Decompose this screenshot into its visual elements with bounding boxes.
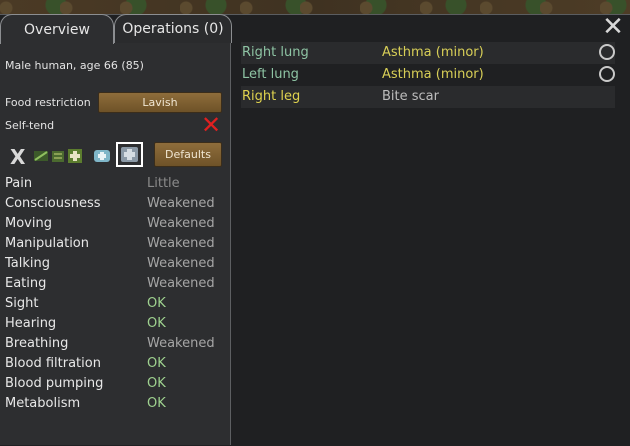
capacity-name: Talking	[5, 256, 50, 271]
capacity-value: OK	[147, 396, 166, 411]
capacity-row: Sight OK	[5, 294, 220, 314]
industrial-medicine-icon[interactable]	[67, 148, 83, 164]
body-part: Right leg	[242, 89, 301, 104]
pawn-description: Male human, age 66 (85)	[5, 59, 144, 72]
capacity-name: Blood pumping	[5, 376, 104, 391]
food-restriction-button[interactable]: Lavish	[98, 92, 222, 113]
capacity-row: Blood pumping OK	[5, 374, 220, 394]
food-restriction-label: Food restriction	[5, 96, 91, 109]
capacity-value: Weakened	[147, 276, 215, 291]
capacity-name: Pain	[5, 176, 33, 191]
capacity-row: Hearing OK	[5, 314, 220, 334]
capacity-row: Blood filtration OK	[5, 354, 220, 374]
ring-icon[interactable]	[599, 44, 615, 60]
herbal-kit-icon[interactable]	[51, 148, 65, 164]
health-row[interactable]: Right lung Asthma (minor)	[241, 42, 615, 64]
capacity-name: Breathing	[5, 336, 69, 351]
capacity-name: Moving	[5, 216, 52, 231]
tab-operations[interactable]: Operations (0)	[114, 14, 232, 43]
capacity-value: Weakened	[147, 196, 215, 211]
health-row[interactable]: Right leg Bite scar	[241, 86, 615, 108]
capacity-value: OK	[147, 296, 166, 311]
capacity-row: Eating Weakened	[5, 274, 220, 294]
capacity-name: Manipulation	[5, 236, 90, 251]
capacity-name: Blood filtration	[5, 356, 101, 371]
capacity-name: Metabolism	[5, 396, 81, 411]
body-part: Right lung	[242, 45, 309, 60]
condition: Asthma (minor)	[382, 67, 484, 82]
herbal-medicine-icon[interactable]	[33, 148, 49, 164]
defaults-button[interactable]: Defaults	[154, 142, 222, 167]
condition: Asthma (minor)	[382, 45, 484, 60]
capacity-value: Little	[147, 176, 180, 191]
capacity-value: OK	[147, 356, 166, 371]
capacity-name: Consciousness	[5, 196, 101, 211]
capacity-value: OK	[147, 316, 166, 331]
capacity-row: Manipulation Weakened	[5, 234, 220, 254]
selected-medicine-icon[interactable]	[116, 142, 143, 167]
condition: Bite scar	[382, 89, 439, 104]
capacity-value: Weakened	[147, 256, 215, 271]
close-icon[interactable]: ✕	[602, 14, 624, 40]
health-row[interactable]: Left lung Asthma (minor)	[241, 64, 615, 86]
capacity-row: Pain Little	[5, 174, 220, 194]
glitterworld-medicine-icon[interactable]	[93, 148, 111, 164]
capacity-row: Consciousness Weakened	[5, 194, 220, 214]
capacity-row: Metabolism OK	[5, 394, 220, 414]
capacity-name: Sight	[5, 296, 39, 311]
capacity-row: Moving Weakened	[5, 214, 220, 234]
ring-icon[interactable]	[599, 66, 615, 82]
capacity-row: Talking Weakened	[5, 254, 220, 274]
self-tend-label: Self-tend	[5, 119, 55, 132]
capacity-name: Eating	[5, 276, 47, 291]
body-part: Left lung	[242, 67, 299, 82]
capacity-row: Breathing Weakened	[5, 334, 220, 354]
capacity-value: Weakened	[147, 216, 215, 231]
tab-overview[interactable]: Overview	[0, 14, 114, 44]
capacity-value: Weakened	[147, 236, 215, 251]
capacity-name: Hearing	[5, 316, 57, 331]
tab-bar: Overview Operations (0)	[0, 14, 232, 44]
self-tend-off-icon[interactable]: ✕	[200, 113, 222, 137]
capacity-value: OK	[147, 376, 166, 391]
no-care-icon[interactable]: X	[10, 145, 25, 169]
overview-panel: Male human, age 66 (85) Food restriction…	[0, 43, 231, 445]
capacity-value: Weakened	[147, 336, 215, 351]
